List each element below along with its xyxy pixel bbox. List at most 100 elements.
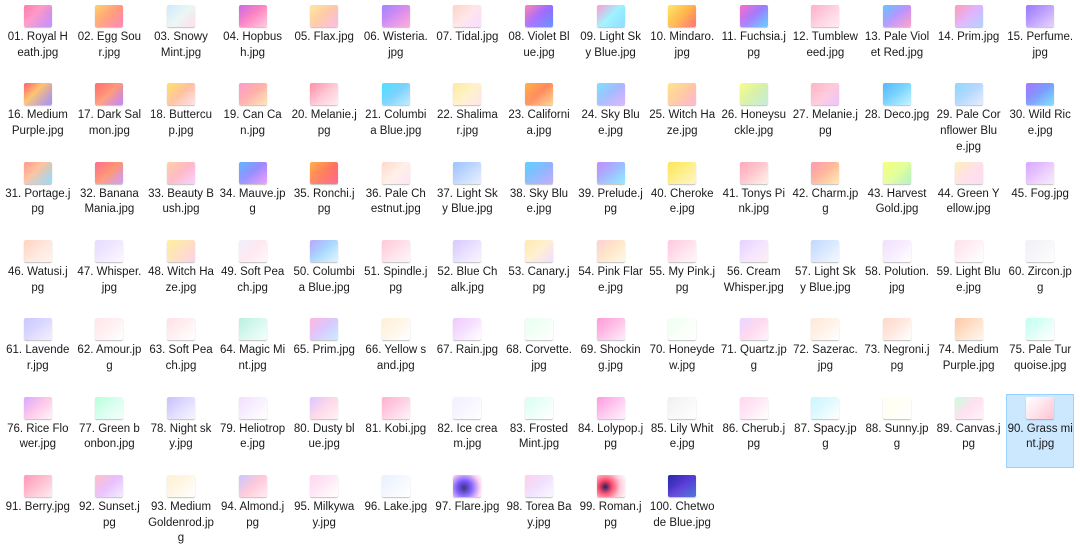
file-item[interactable]: 06. Wisteria.jpg bbox=[362, 2, 430, 76]
file-item[interactable]: 60. Zircon.jpg bbox=[1006, 237, 1074, 311]
file-item[interactable]: 02. Egg Sour.jpg bbox=[75, 2, 143, 76]
file-item[interactable]: 76. Rice Flower.jpg bbox=[4, 394, 72, 468]
file-item[interactable]: 47. Whisper.jpg bbox=[75, 237, 143, 311]
file-item[interactable]: 32. Banana Mania.jpg bbox=[75, 159, 143, 233]
file-item[interactable]: 36. Pale Chestnut.jpg bbox=[362, 159, 430, 233]
file-item[interactable]: 81. Kobi.jpg bbox=[362, 394, 430, 468]
file-item[interactable]: 91. Berry.jpg bbox=[4, 472, 72, 546]
file-item[interactable]: 58. Polution.jpg bbox=[863, 237, 931, 311]
file-item[interactable]: 83. Frosted Mint.jpg bbox=[505, 394, 573, 468]
file-item[interactable]: 65. Prim.jpg bbox=[290, 315, 358, 389]
file-item[interactable]: 43. Harvest Gold.jpg bbox=[863, 159, 931, 233]
file-item[interactable]: 63. Soft Peach.jpg bbox=[147, 315, 215, 389]
file-item[interactable]: 99. Roman.jpg bbox=[577, 472, 645, 546]
file-item[interactable]: 29. Pale Cornflower Blue.jpg bbox=[935, 80, 1003, 154]
file-item[interactable]: 42. Charm.jpg bbox=[791, 159, 859, 233]
file-item[interactable]: 62. Amour.jpg bbox=[75, 315, 143, 389]
file-item[interactable]: 05. Flax.jpg bbox=[290, 2, 358, 76]
file-item[interactable]: 44. Green Yellow.jpg bbox=[935, 159, 1003, 233]
file-item[interactable]: 61. Lavender.jpg bbox=[4, 315, 72, 389]
file-item[interactable]: 28. Deco.jpg bbox=[863, 80, 931, 154]
file-item[interactable]: 33. Beauty Bush.jpg bbox=[147, 159, 215, 233]
file-item[interactable]: 12. Tumbleweed.jpg bbox=[791, 2, 859, 76]
file-item[interactable]: 77. Green bonbon.jpg bbox=[75, 394, 143, 468]
file-item[interactable]: 92. Sunset.jpg bbox=[75, 472, 143, 546]
file-item[interactable]: 53. Canary.jpg bbox=[505, 237, 573, 311]
file-item[interactable]: 34. Mauve.jpg bbox=[219, 159, 287, 233]
file-item[interactable]: 15. Perfume.jpg bbox=[1006, 2, 1074, 76]
file-item[interactable]: 57. Light Sky Blue.jpg bbox=[791, 237, 859, 311]
file-item[interactable]: 95. Milkyway.jpg bbox=[290, 472, 358, 546]
file-item[interactable]: 74. Medium Purple.jpg bbox=[935, 315, 1003, 389]
file-item[interactable]: 17. Dark Salmon.jpg bbox=[75, 80, 143, 154]
file-item[interactable]: 87. Spacy.jpg bbox=[791, 394, 859, 468]
file-item[interactable]: 71. Quartz.jpg bbox=[720, 315, 788, 389]
file-item[interactable]: 22. Shalimar.jpg bbox=[433, 80, 501, 154]
file-item[interactable]: 01. Royal Heath.jpg bbox=[4, 2, 72, 76]
file-item[interactable]: 98. Torea Bay.jpg bbox=[505, 472, 573, 546]
file-item[interactable]: 55. My Pink.jpg bbox=[648, 237, 716, 311]
file-item[interactable]: 26. Honeysuckle.jpg bbox=[720, 80, 788, 154]
file-item[interactable]: 31. Portage.jpg bbox=[4, 159, 72, 233]
file-item[interactable]: 94. Almond.jpg bbox=[219, 472, 287, 546]
file-item[interactable]: 79. Heliotrope.jpg bbox=[219, 394, 287, 468]
file-item[interactable]: 78. Night sky.jpg bbox=[147, 394, 215, 468]
file-item[interactable]: 07. Tidal.jpg bbox=[433, 2, 501, 76]
file-item[interactable]: 96. Lake.jpg bbox=[362, 472, 430, 546]
file-item[interactable]: 25. Witch Haze.jpg bbox=[648, 80, 716, 154]
file-item[interactable]: 69. Shocking.jpg bbox=[577, 315, 645, 389]
file-item[interactable]: 41. Tonys Pink.jpg bbox=[720, 159, 788, 233]
file-item[interactable]: 46. Watusi.jpg bbox=[4, 237, 72, 311]
file-item[interactable]: 38. Sky Blue.jpg bbox=[505, 159, 573, 233]
file-item[interactable]: 66. Yellow sand.jpg bbox=[362, 315, 430, 389]
file-item[interactable]: 35. Ronchi.jpg bbox=[290, 159, 358, 233]
file-item[interactable]: 50. Columbia Blue.jpg bbox=[290, 237, 358, 311]
file-item[interactable]: 75. Pale Turquoise.jpg bbox=[1006, 315, 1074, 389]
file-item[interactable]: 93. Medium Goldenrod.jpg bbox=[147, 472, 215, 546]
file-item[interactable]: 39. Prelude.jpg bbox=[577, 159, 645, 233]
file-item[interactable]: 14. Prim.jpg bbox=[935, 2, 1003, 76]
file-item[interactable]: 04. Hopbush.jpg bbox=[219, 2, 287, 76]
file-item[interactable]: 51. Spindle.jpg bbox=[362, 237, 430, 311]
file-item[interactable]: 08. Violet Blue.jpg bbox=[505, 2, 573, 76]
file-item[interactable]: 85. Lily White.jpg bbox=[648, 394, 716, 468]
file-item[interactable]: 88. Sunny.jpg bbox=[863, 394, 931, 468]
file-item[interactable]: 67. Rain.jpg bbox=[433, 315, 501, 389]
file-item[interactable]: 59. Light Blue.jpg bbox=[935, 237, 1003, 311]
file-item[interactable]: 03. Snowy Mint.jpg bbox=[147, 2, 215, 76]
file-item[interactable]: 52. Blue Chalk.jpg bbox=[433, 237, 501, 311]
file-item[interactable]: 16. Medium Purple.jpg bbox=[4, 80, 72, 154]
file-item[interactable]: 72. Sazerac.jpg bbox=[791, 315, 859, 389]
file-item[interactable]: 45. Fog.jpg bbox=[1006, 159, 1074, 233]
file-item[interactable]: 84. Lolypop.jpg bbox=[577, 394, 645, 468]
file-item[interactable]: 23. California.jpg bbox=[505, 80, 573, 154]
file-item[interactable]: 11. Fuchsia.jpg bbox=[720, 2, 788, 76]
file-item[interactable]: 13. Pale Violet Red.jpg bbox=[863, 2, 931, 76]
file-item[interactable]: 82. Ice cream.jpg bbox=[433, 394, 501, 468]
file-item[interactable]: 09. Light Sky Blue.jpg bbox=[577, 2, 645, 76]
file-item[interactable]: 37. Light Sky Blue.jpg bbox=[433, 159, 501, 233]
file-item[interactable]: 80. Dusty blue.jpg bbox=[290, 394, 358, 468]
file-item[interactable]: 18. Buttercup.jpg bbox=[147, 80, 215, 154]
file-item[interactable]: 97. Flare.jpg bbox=[433, 472, 501, 546]
file-item[interactable]: 40. Cherokee.jpg bbox=[648, 159, 716, 233]
file-item[interactable]: 64. Magic Mint.jpg bbox=[219, 315, 287, 389]
file-item[interactable]: 90. Grass mint.jpg bbox=[1006, 393, 1075, 468]
file-item[interactable]: 86. Cherub.jpg bbox=[720, 394, 788, 468]
file-item[interactable]: 30. Wild Rice.jpg bbox=[1006, 80, 1074, 154]
file-item[interactable]: 19. Can Can.jpg bbox=[219, 80, 287, 154]
file-item[interactable]: 54. Pink Flare.jpg bbox=[577, 237, 645, 311]
file-item[interactable]: 48. Witch Haze.jpg bbox=[147, 237, 215, 311]
file-item[interactable]: 10. Mindaro.jpg bbox=[648, 2, 716, 76]
file-item[interactable]: 89. Canvas.jpg bbox=[935, 394, 1003, 468]
file-item[interactable]: 49. Soft Peach.jpg bbox=[219, 237, 287, 311]
file-item[interactable]: 24. Sky Blue.jpg bbox=[577, 80, 645, 154]
file-item[interactable]: 100. Chetwode Blue.jpg bbox=[648, 472, 716, 546]
file-item[interactable]: 73. Negroni.jpg bbox=[863, 315, 931, 389]
file-item[interactable]: 27. Melanie.jpg bbox=[791, 80, 859, 154]
file-item[interactable]: 70. Honeydew.jpg bbox=[648, 315, 716, 389]
file-item[interactable]: 68. Corvette.jpg bbox=[505, 315, 573, 389]
file-item[interactable]: 56. Cream Whisper.jpg bbox=[720, 237, 788, 311]
file-item[interactable]: 21. Columbia Blue.jpg bbox=[362, 80, 430, 154]
file-item[interactable]: 20. Melanie.jpg bbox=[290, 80, 358, 154]
